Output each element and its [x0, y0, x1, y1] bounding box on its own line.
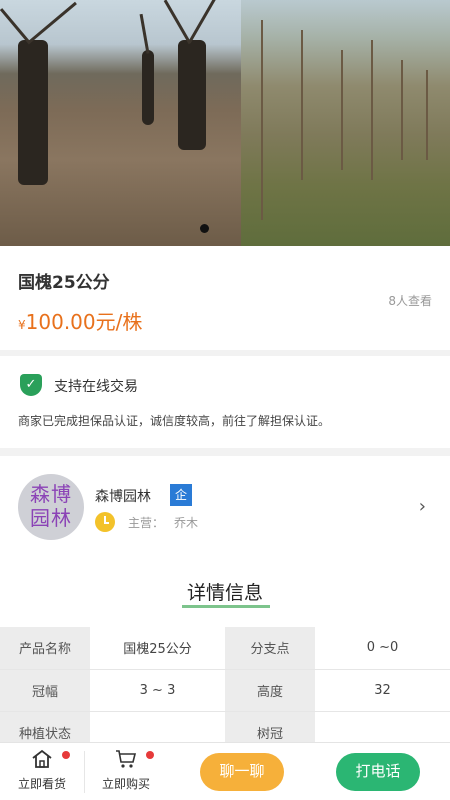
tab-buy-now[interactable]: 立即购买	[84, 743, 168, 800]
call-button[interactable]: 打电话	[336, 753, 420, 791]
details-title: 详情信息	[186, 582, 263, 604]
guarantee-description[interactable]: 商家已完成担保品认证，诚信度较高，前往了解担保认证。	[18, 412, 330, 429]
bottom-action-bar: 立即看货 立即购买 聊一聊 打电话	[0, 742, 450, 800]
product-price: ¥100.00元/株	[18, 306, 142, 335]
chat-button[interactable]: 聊一聊	[200, 753, 284, 791]
product-title: 国槐25公分	[18, 273, 110, 293]
home-icon	[0, 749, 84, 771]
product-photo-carousel[interactable]	[0, 0, 450, 246]
main-business: 主营： 乔木	[128, 514, 198, 531]
product-info-card: 国槐25公分 8人查看 ¥100.00元/株	[0, 246, 450, 350]
product-photo-1	[0, 0, 241, 246]
cart-icon	[84, 749, 168, 771]
table-row: 产品名称 国槐25公分 分支点 0 ~0	[0, 627, 450, 670]
tab-buy-now-label: 立即购买	[101, 777, 150, 791]
product-photo-2	[241, 0, 450, 246]
main-business-label: 主营：	[128, 516, 165, 530]
spec-label: 分支点	[225, 627, 315, 670]
shield-check-icon: ✓	[20, 374, 42, 396]
tab-see-goods[interactable]: 立即看货	[0, 743, 84, 800]
notification-dot	[146, 751, 154, 759]
spec-label: 产品名称	[0, 627, 90, 670]
spec-table: 产品名称 国槐25公分 分支点 0 ~0 冠幅 3 ~ 3 高度 32 种植状态…	[0, 627, 450, 754]
avatar-text: 森博园林	[30, 482, 72, 530]
guarantee-section[interactable]: ✓ 支持在线交易 商家已完成担保品认证，诚信度较高，前往了解担保认证。	[0, 356, 450, 448]
clock-icon	[95, 512, 115, 532]
seller-card[interactable]: 森博园林 森博园林 企 主营： 乔木 ›	[0, 456, 450, 564]
spec-value: 32	[315, 669, 450, 712]
title-underline	[182, 605, 270, 608]
seller-name: 森博园林	[95, 489, 151, 505]
main-business-value: 乔木	[174, 516, 199, 530]
spec-value: 3 ~ 3	[90, 669, 225, 712]
spec-label: 高度	[225, 669, 315, 712]
notification-dot	[62, 751, 70, 759]
spec-label: 冠幅	[0, 669, 90, 712]
seller-avatar[interactable]: 森博园林	[18, 474, 84, 540]
carousel-indicator[interactable]	[200, 224, 209, 233]
enterprise-badge: 企	[170, 484, 192, 506]
guarantee-title: 支持在线交易	[54, 379, 138, 395]
spec-value: 0 ~0	[315, 627, 450, 670]
spec-value: 国槐25公分	[90, 627, 225, 670]
table-row: 冠幅 3 ~ 3 高度 32	[0, 669, 450, 712]
currency-symbol: ¥	[18, 318, 26, 332]
price-amount: 100.00元/株	[25, 310, 143, 334]
view-count: 8人查看	[388, 294, 432, 308]
chevron-right-icon[interactable]: ›	[419, 496, 426, 517]
tab-see-goods-label: 立即看货	[17, 777, 66, 791]
